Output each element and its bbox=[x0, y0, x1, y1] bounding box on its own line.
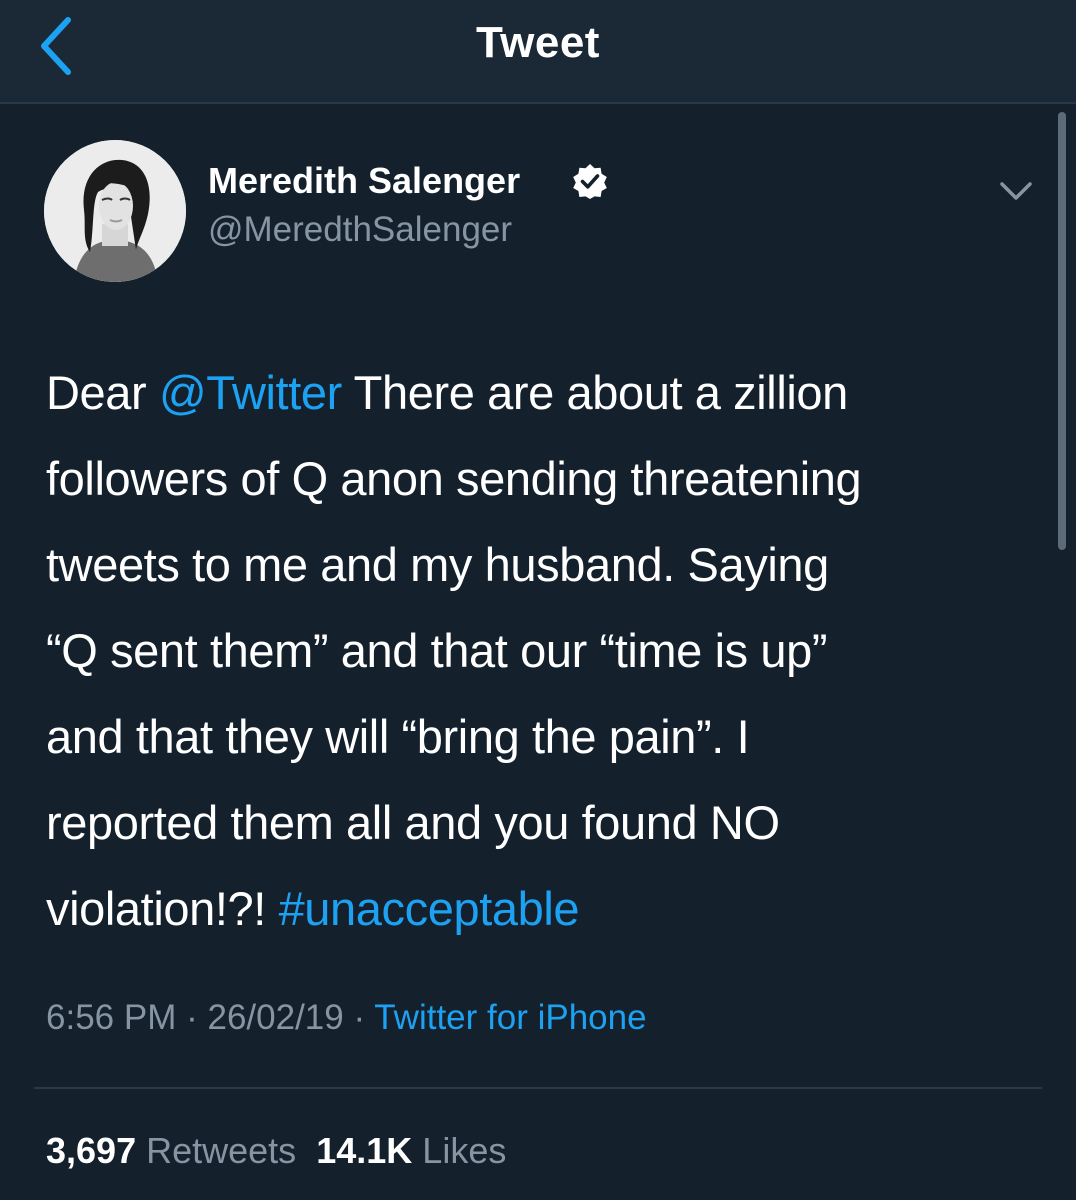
tweet-time: 6:56 PM bbox=[46, 998, 177, 1037]
scrollbar[interactable] bbox=[1058, 112, 1066, 550]
author-name[interactable]: Meredith Salenger bbox=[208, 160, 520, 202]
retweets-stat[interactable]: 3,697 Retweets bbox=[46, 1130, 296, 1171]
likes-count: 14.1K bbox=[316, 1130, 413, 1171]
tweet-date: 26/02/19 bbox=[207, 998, 344, 1037]
tweet-source-link[interactable]: Twitter for iPhone bbox=[374, 998, 646, 1037]
page-title: Tweet bbox=[476, 18, 600, 67]
likes-stat[interactable]: 14.1K Likes bbox=[316, 1130, 506, 1171]
separator: · bbox=[186, 998, 198, 1037]
divider bbox=[34, 1087, 1042, 1089]
likes-label: Likes bbox=[422, 1130, 507, 1171]
mention-link[interactable]: @Twitter bbox=[159, 366, 342, 419]
verified-badge-icon bbox=[573, 164, 607, 199]
navigation-bar: Tweet bbox=[0, 0, 1076, 104]
avatar[interactable] bbox=[44, 140, 186, 282]
separator: · bbox=[353, 998, 366, 1037]
tweet-menu-button[interactable] bbox=[996, 176, 1036, 206]
retweets-label: Retweets bbox=[146, 1130, 297, 1171]
hashtag-link[interactable]: #unacceptable bbox=[279, 882, 580, 935]
tweet-text: Dear @Twitter There are about a zillion … bbox=[46, 366, 862, 935]
retweets-count: 3,697 bbox=[46, 1130, 137, 1171]
tweet-metadata: 6:56 PM · 26/02/19 · Twitter for iPhone bbox=[46, 998, 647, 1038]
tweet-stats: 3,697 Retweets 14.1K Likes bbox=[46, 1130, 506, 1172]
chevron-down-icon bbox=[1000, 182, 1032, 200]
author-handle[interactable]: @MeredthSalenger bbox=[208, 210, 512, 250]
